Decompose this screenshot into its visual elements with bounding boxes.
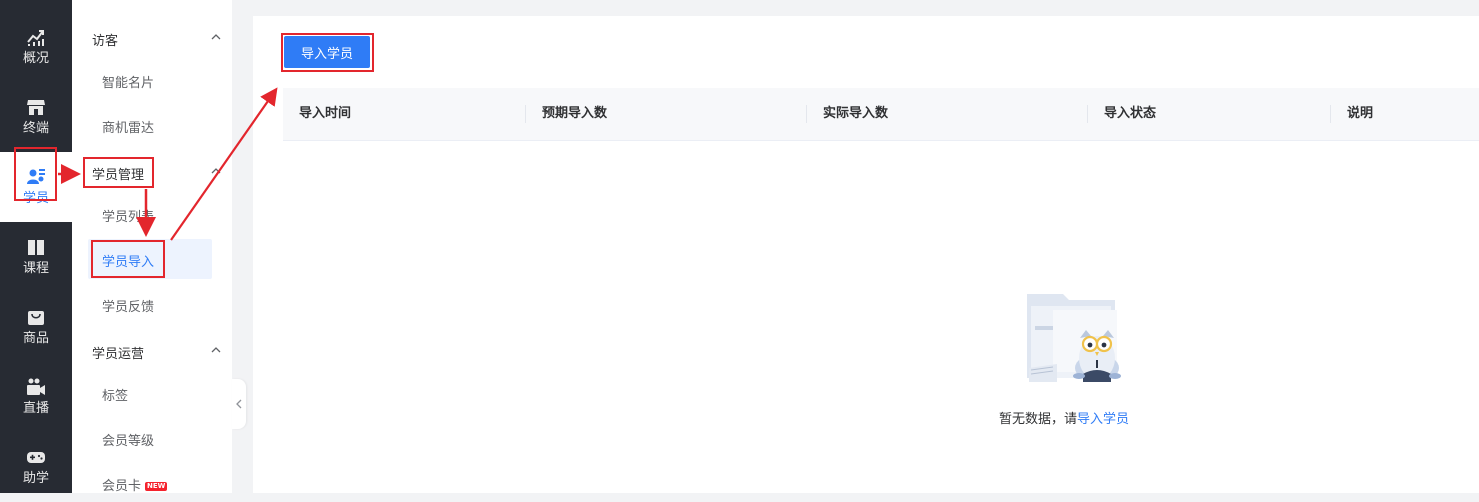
rail-item-assist[interactable]: 助学 xyxy=(0,432,72,502)
menu-group-label: 学员运营 xyxy=(92,347,145,362)
book-icon xyxy=(28,240,44,255)
menu-item-member-card[interactable]: 会员卡 NEW xyxy=(102,475,168,494)
menu-group-label: 访客 xyxy=(92,34,119,49)
column-divider xyxy=(1330,105,1331,123)
empty-folder-owl-illustration xyxy=(1027,294,1121,382)
column-divider xyxy=(1087,105,1088,123)
menu-item-lead-radar[interactable]: 商机雷达 xyxy=(102,117,154,136)
rail-item-goods[interactable]: 商品 xyxy=(0,292,72,362)
rail-label-assist: 助学 xyxy=(22,471,49,486)
column-expected-count: 预期导入数 xyxy=(542,106,608,121)
annotation-box-student-import xyxy=(91,240,165,278)
column-actual-count: 实际导入数 xyxy=(823,106,889,121)
column-divider xyxy=(806,105,807,123)
annotation-box-import-button xyxy=(281,33,374,72)
empty-state-message: 暂无数据，请导入学员 xyxy=(999,408,1129,427)
video-camera-icon xyxy=(27,378,45,395)
chevron-up-icon xyxy=(211,347,221,353)
gamepad-icon xyxy=(27,452,45,463)
annotation-box-student-mgmt xyxy=(83,157,154,188)
menu-item-tags[interactable]: 标签 xyxy=(102,385,128,404)
table-header: 导入时间 预期导入数 实际导入数 导入状态 说明 xyxy=(283,88,1479,141)
annotation-box-students xyxy=(14,147,57,201)
rail-item-live[interactable]: 直播 xyxy=(0,362,72,432)
column-description: 说明 xyxy=(1347,106,1374,121)
menu-item-student-list[interactable]: 学员列表 xyxy=(102,206,154,225)
chevron-left-icon xyxy=(236,399,242,409)
rail-item-course[interactable]: 课程 xyxy=(0,222,72,292)
collapse-sidebar-handle[interactable] xyxy=(232,379,246,429)
menu-item-student-feedback[interactable]: 学员反馈 xyxy=(102,296,154,315)
menu-group-visitor[interactable]: 访客 xyxy=(92,30,222,49)
bag-icon xyxy=(28,311,44,325)
menu-item-label: 会员卡 xyxy=(102,479,142,494)
column-import-time: 导入时间 xyxy=(299,106,352,121)
rail-label-course: 课程 xyxy=(22,261,49,276)
empty-state-import-link[interactable]: 导入学员 xyxy=(1077,412,1129,427)
rail-label-terminal: 终端 xyxy=(22,121,49,136)
chevron-up-icon xyxy=(211,34,221,40)
column-import-status: 导入状态 xyxy=(1104,106,1157,121)
app-rail: 概况 终端 学员 课程 商品 直播 助学 xyxy=(0,0,72,493)
rail-label-goods: 商品 xyxy=(22,331,49,346)
rail-label-overview: 概况 xyxy=(22,51,49,66)
new-badge: NEW xyxy=(145,482,168,491)
main-panel: 导入学员 导入时间 预期导入数 实际导入数 导入状态 说明 暂无数据，请导入学员 xyxy=(253,16,1479,493)
menu-item-smart-card[interactable]: 智能名片 xyxy=(102,72,154,91)
chart-up-icon xyxy=(27,30,44,46)
rail-item-overview[interactable]: 概况 xyxy=(0,12,72,82)
empty-state-text: 暂无数据，请 xyxy=(999,412,1078,427)
rail-label-live: 直播 xyxy=(22,401,49,416)
menu-item-member-level[interactable]: 会员等级 xyxy=(102,430,154,449)
menu-group-student-ops[interactable]: 学员运营 xyxy=(92,343,222,362)
store-icon xyxy=(27,100,45,115)
rail-item-terminal[interactable]: 终端 xyxy=(0,82,72,152)
column-divider xyxy=(525,105,526,123)
chevron-up-icon xyxy=(211,168,221,174)
